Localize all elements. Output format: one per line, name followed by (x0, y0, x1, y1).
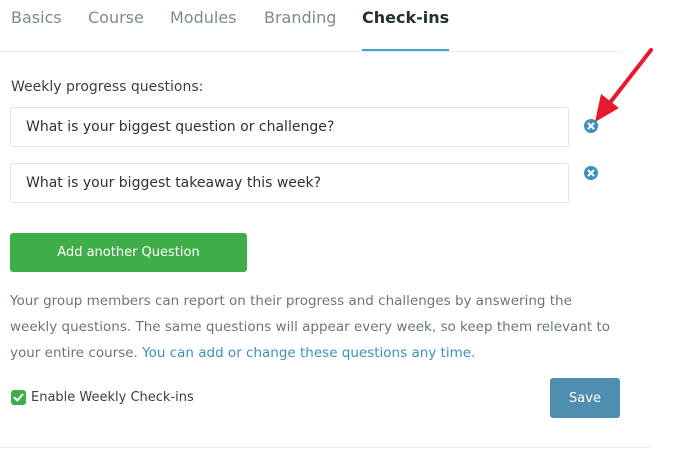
times-circle-icon[interactable] (584, 166, 598, 180)
description-text: Your group members can report on their p… (10, 288, 615, 366)
question-input-2[interactable] (10, 163, 569, 203)
edit-questions-link[interactable]: You can add or change these questions an… (142, 345, 475, 361)
red-arrow-annotation-icon (595, 48, 653, 122)
section-label: Weekly progress questions: (11, 79, 204, 95)
checkmark-icon (13, 393, 24, 402)
tab-modules[interactable]: Modules (170, 0, 237, 51)
tab-bar: Basics Course Modules Branding Check-ins (0, 0, 622, 52)
save-button[interactable]: Save (550, 378, 620, 418)
tab-basics[interactable]: Basics (11, 0, 62, 51)
tab-check-ins[interactable]: Check-ins (362, 0, 450, 51)
divider (0, 447, 650, 448)
tab-branding[interactable]: Branding (264, 0, 336, 51)
question-input-1[interactable] (10, 107, 569, 147)
enable-checkins-label: Enable Weekly Check-ins (31, 390, 194, 405)
add-question-button[interactable]: Add another Question (10, 233, 247, 272)
enable-checkins-checkbox[interactable] (11, 390, 26, 405)
tab-course[interactable]: Course (88, 0, 144, 51)
